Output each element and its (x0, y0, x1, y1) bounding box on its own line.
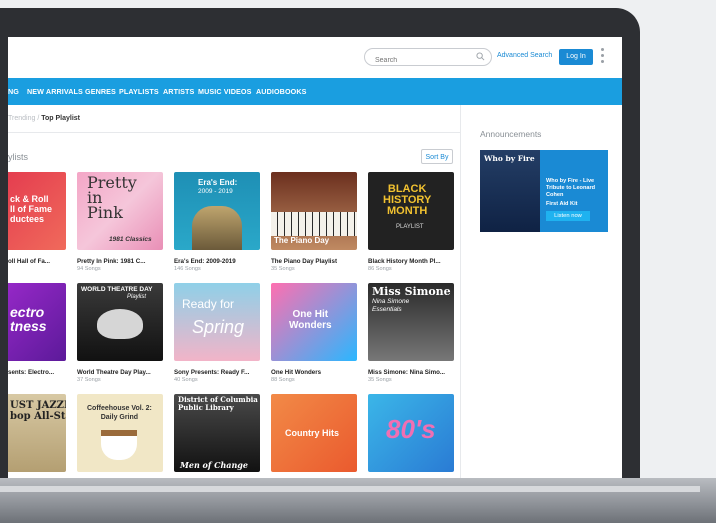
tile-art-text: District of Columbia Public Library (178, 395, 258, 412)
tile-art-text: One Hit Wonders (289, 309, 332, 331)
tile-art-text: Pretty in Pink (87, 173, 137, 222)
nav-item-music-videos[interactable]: MUSIC VIDEOS (198, 87, 252, 96)
nav-item-genres[interactable]: GENRES (85, 87, 116, 96)
playlist-tile-rock-hall[interactable]: ck & Roll ll of Fame ductees (8, 172, 66, 250)
tile-art-subtext: Playlist (127, 294, 147, 300)
tile-art-figures (192, 206, 242, 250)
announcement-artist: First Aid Kit (546, 201, 578, 207)
tile-caption[interactable]: World Theatre Day Play... (77, 369, 169, 376)
tile-art-subtext: Men of Change (180, 460, 248, 470)
search-box[interactable] (364, 48, 492, 66)
announcement-art: Who by Fire (480, 150, 540, 232)
tile-song-count: 146 Songs (174, 266, 201, 272)
playlist-tile-men-of-change[interactable]: District of Columbia Public Library Men … (174, 394, 260, 472)
tile-art-text: ck & Roll ll of Fame ductees (10, 194, 53, 224)
tile-art-text: The Piano Day (274, 236, 330, 245)
tile-song-count: 35 Songs (368, 377, 392, 383)
tile-song-count: 88 Songs (271, 377, 295, 383)
playlist-tile-country-hits[interactable]: Country Hits (271, 394, 357, 472)
tile-art-text: Country Hits (285, 428, 339, 438)
tile-art-cup (101, 430, 137, 460)
announcements-title: Announcements (480, 129, 542, 139)
announcement-banner[interactable]: Who by Fire Who by Fire - Live Tribute t… (480, 150, 608, 232)
tile-art-subtext: Spring (192, 317, 245, 337)
nav-item-artists[interactable]: ARTISTS (163, 87, 194, 96)
tile-art-text: ectro tness (10, 304, 47, 334)
tile-song-count: 86 Songs (368, 266, 392, 272)
playlist-tile-miss-simone[interactable]: Miss Simone Nina Simone Essentials (368, 283, 454, 361)
playlist-tile-eras-end[interactable]: Era's End: 2009 - 2019 (174, 172, 260, 250)
tile-song-count: 40 Songs (174, 377, 198, 383)
search-icon[interactable] (476, 52, 485, 61)
tile-art-subtext: 1981 Classics (109, 236, 152, 243)
login-button[interactable]: Log In (559, 49, 593, 65)
tile-song-count: 37 Songs (77, 377, 101, 383)
tile-art-mask (97, 309, 143, 339)
tile-art-text: UST JAZZIN' bop All-Stars (10, 400, 66, 422)
breadcrumb-current: Top Playlist (41, 115, 81, 122)
tile-caption[interactable]: Era's End: 2009-2019 (174, 258, 266, 265)
top-bar: Advanced Search Log In (8, 37, 622, 78)
nav-item-trending[interactable]: NG (8, 87, 19, 96)
playlist-tile-pretty-in-pink[interactable]: Pretty in Pink 1981 Classics (77, 172, 163, 250)
breadcrumb-prev[interactable]: Trending (8, 115, 35, 122)
section-title: ylists (8, 152, 28, 162)
tile-art-keys (271, 212, 357, 236)
nav-item-new-arrivals[interactable]: NEW ARRIVALS (27, 87, 83, 96)
tile-art-text: BLACK HISTORY MONTH (383, 183, 432, 217)
tile-art-text: Miss Simone (372, 285, 451, 298)
playlist-tile-piano-day[interactable]: The Piano Day (271, 172, 357, 250)
tile-song-count: 94 Songs (77, 266, 101, 272)
tile-caption[interactable]: Pretty In Pink: 1981 C... (77, 258, 169, 265)
sort-by-button[interactable]: Sort By (421, 149, 453, 164)
laptop-lip (0, 486, 700, 492)
playlist-tile-coffeehouse[interactable]: Coffeehouse Vol. 2: Daily Grind (77, 394, 163, 472)
tile-caption[interactable]: One Hit Wonders (271, 369, 363, 376)
tile-art-subtext: Nina Simone Essentials (372, 298, 410, 313)
playlist-tile-ready-for-spring[interactable]: Ready for Spring (174, 283, 260, 361)
content-divider (8, 132, 460, 133)
tile-art-text: 80's (386, 414, 436, 444)
nav-item-audiobooks[interactable]: AUDIOBOOKS (256, 87, 307, 96)
tile-art-text: Era's End: (198, 178, 238, 187)
main-nav: NG NEW ARRIVALS GENRES PLAYLISTS ARTISTS… (8, 78, 622, 105)
tile-art-text: Ready for (182, 297, 235, 311)
tile-art-text: Coffeehouse Vol. 2: Daily Grind (87, 405, 152, 421)
tile-song-count: 35 Songs (271, 266, 295, 272)
breadcrumb: Trending / Top Playlist (8, 115, 80, 122)
tile-art-subtext: PLAYLIST (396, 224, 424, 230)
laptop-base (0, 478, 716, 523)
advanced-search-link[interactable]: Advanced Search (497, 52, 552, 59)
tile-art-subtext: 2009 - 2019 (198, 188, 233, 195)
tile-caption[interactable]: Miss Simone: Nina Simo... (368, 369, 460, 376)
playlist-tile-80s[interactable]: 80's (368, 394, 454, 472)
breadcrumb-separator: / (37, 115, 40, 122)
tile-caption[interactable]: The Piano Day Playlist (271, 258, 363, 265)
announcement-headline: Who by Fire - Live Tribute to Leonard Co… (546, 178, 596, 198)
playlist-tile-black-history[interactable]: BLACK HISTORY MONTH PLAYLIST (368, 172, 454, 250)
playlist-tile-just-jazzin[interactable]: UST JAZZIN' bop All-Stars (8, 394, 66, 472)
search-input[interactable] (373, 56, 477, 65)
tile-caption[interactable]: Black History Month Pl... (368, 258, 460, 265)
playlist-tile-electro[interactable]: ectro tness (8, 283, 66, 361)
announcement-art-title: Who by Fire (484, 154, 535, 163)
nav-item-playlists[interactable]: PLAYLISTS (119, 87, 159, 96)
tile-caption[interactable]: Sony Presents: Ready F... (174, 369, 266, 376)
tile-art-text: WORLD THEATRE DAY (81, 286, 153, 293)
playlist-tile-one-hit-wonders[interactable]: One Hit Wonders (271, 283, 357, 361)
listen-now-button[interactable]: Listen now (546, 211, 590, 221)
more-menu-icon[interactable] (601, 48, 605, 66)
playlist-tile-world-theatre[interactable]: WORLD THEATRE DAY Playlist (77, 283, 163, 361)
sidebar-divider (460, 105, 461, 478)
app-screen: Advanced Search Log In NG NEW ARRIVALS G… (8, 37, 622, 478)
